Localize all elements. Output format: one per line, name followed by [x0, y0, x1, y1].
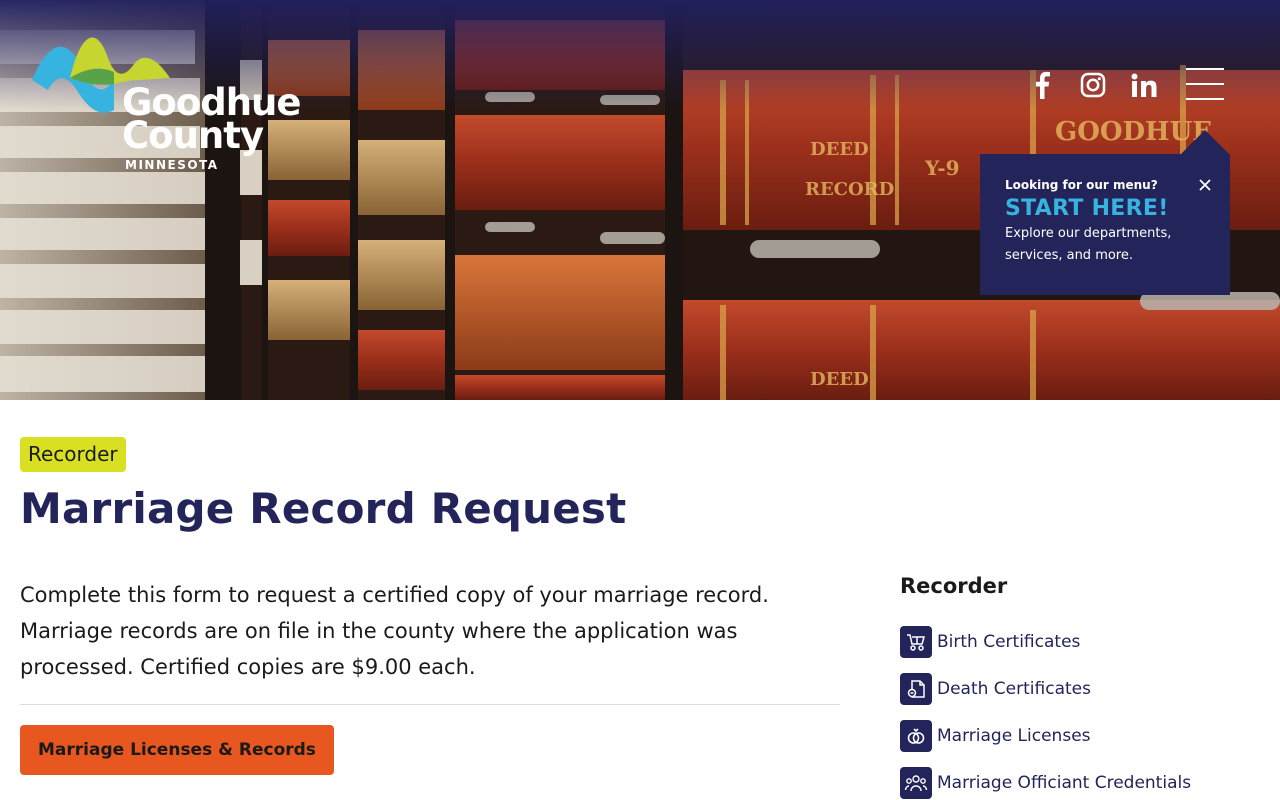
- logo-subtitle: MINNESOTA: [125, 158, 219, 172]
- department-tag[interactable]: Recorder: [20, 437, 126, 472]
- marriage-licenses-records-button[interactable]: Marriage Licenses & Records: [20, 725, 334, 775]
- instagram-icon: [1080, 72, 1106, 98]
- county-logo[interactable]: Goodhue County MINNESOTA: [30, 28, 310, 178]
- facebook-link[interactable]: [1025, 70, 1059, 100]
- svg-text:Y-9: Y-9: [924, 156, 959, 180]
- svg-text:DEED: DEED: [810, 369, 869, 390]
- content-divider: [20, 704, 840, 705]
- popup-pointer: [1180, 130, 1230, 155]
- popup-start-here-link[interactable]: START HERE!: [1005, 196, 1205, 221]
- logo-wordmark: Goodhue County: [122, 84, 301, 154]
- hero-banner: GOODHUE DEED RECORD Y-9 DEED Goodhue Cou…: [0, 0, 1280, 400]
- sidebar-item-marriage-licenses[interactable]: Marriage Licenses: [900, 720, 1091, 752]
- sidebar-item-birth-certificates[interactable]: Birth Certificates: [900, 626, 1080, 658]
- sidebar-item-label: Death Certificates: [937, 679, 1091, 699]
- intro-paragraph: Complete this form to request a certifie…: [20, 583, 769, 679]
- linkedin-icon: [1131, 73, 1157, 97]
- svg-text:DEED: DEED: [810, 139, 869, 160]
- sidebar-item-label: Marriage Licenses: [937, 726, 1091, 746]
- rings-icon: [900, 720, 932, 752]
- facebook-icon: [1036, 71, 1050, 99]
- instagram-link[interactable]: [1076, 70, 1110, 100]
- hamburger-line: [1186, 68, 1224, 70]
- menu-hint-popup: Looking for our menu? START HERE! Explor…: [980, 154, 1230, 295]
- baby-stroller-icon: [900, 626, 932, 658]
- sidebar-title: Recorder: [900, 574, 1008, 598]
- hamburger-line: [1186, 83, 1224, 85]
- linkedin-link[interactable]: [1127, 70, 1161, 100]
- sidebar-item-death-certificates[interactable]: Death Certificates: [900, 673, 1091, 705]
- popup-eyebrow: Looking for our menu?: [1005, 178, 1158, 192]
- close-icon[interactable]: [1198, 178, 1212, 192]
- popup-description: Explore our departments, services, and m…: [1005, 226, 1172, 263]
- sidebar-item-marriage-officiant-credentials[interactable]: Marriage Officiant Credentials: [900, 767, 1191, 799]
- sidebar-item-label: Birth Certificates: [937, 632, 1081, 652]
- svg-text:RECORD: RECORD: [805, 179, 894, 200]
- hamburger-line: [1186, 98, 1224, 100]
- hamburger-menu-button[interactable]: [1186, 68, 1224, 100]
- sidebar-item-label: Marriage Officiant Credentials: [937, 773, 1192, 793]
- people-icon: [900, 767, 932, 799]
- document-icon: [900, 673, 932, 705]
- page-title: Marriage Record Request: [20, 484, 627, 533]
